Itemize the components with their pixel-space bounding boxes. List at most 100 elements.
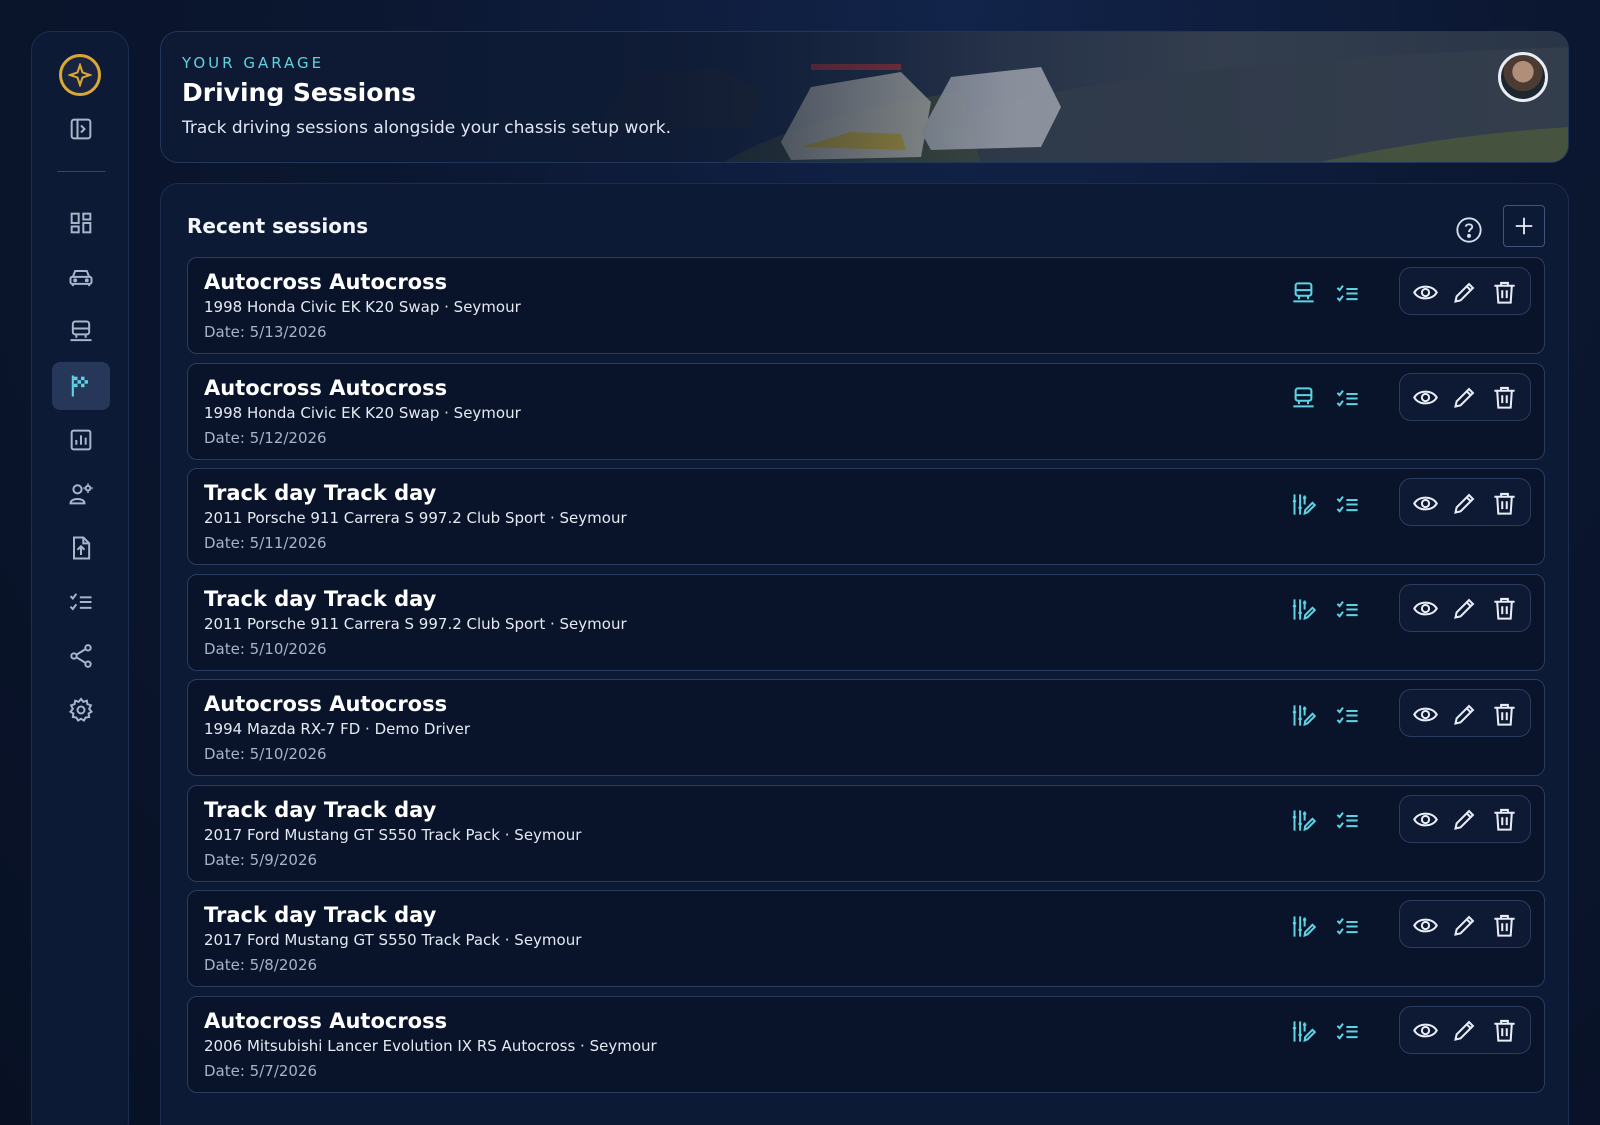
pencil-icon bbox=[1451, 279, 1478, 306]
sidebar-item-settings[interactable] bbox=[52, 686, 110, 734]
session-title: Track day Track day bbox=[204, 481, 437, 505]
trash-icon bbox=[1491, 279, 1518, 306]
session-checklist-button[interactable] bbox=[1330, 594, 1364, 626]
session-type-button[interactable] bbox=[1286, 910, 1320, 942]
view-button[interactable] bbox=[1409, 276, 1441, 308]
pencil-icon bbox=[1451, 1017, 1478, 1044]
session-title: Track day Track day bbox=[204, 797, 437, 822]
delete-button[interactable] bbox=[1488, 487, 1520, 519]
delete-button[interactable] bbox=[1488, 276, 1520, 308]
edit-button[interactable] bbox=[1448, 804, 1480, 836]
sidebar-item-share[interactable] bbox=[52, 632, 110, 680]
panel-toggle-icon[interactable] bbox=[52, 105, 110, 153]
page-subtitle: Track driving sessions alongside your ch… bbox=[182, 118, 672, 138]
session-date: Date: 5/8/2026 bbox=[204, 956, 318, 974]
delete-button[interactable] bbox=[1488, 698, 1520, 730]
brand-logo-icon[interactable] bbox=[59, 54, 101, 96]
session-date: Date: 5/10/2026 bbox=[204, 639, 327, 658]
session-checklist-button[interactable] bbox=[1330, 1016, 1364, 1048]
dashboard-icon bbox=[70, 212, 92, 234]
edit-button[interactable] bbox=[1448, 909, 1480, 941]
session-car: 2006 Mitsubishi Lancer Evolution IX RS A… bbox=[204, 1036, 657, 1055]
setup-icon bbox=[70, 320, 92, 342]
upload-icon bbox=[73, 536, 91, 560]
checkered-flag-icon bbox=[71, 375, 88, 397]
view-button[interactable] bbox=[1409, 487, 1441, 519]
delete-button[interactable] bbox=[1488, 382, 1520, 414]
session-type-button[interactable] bbox=[1286, 383, 1320, 415]
eye-icon bbox=[1412, 595, 1439, 622]
session-checklist-button[interactable] bbox=[1330, 277, 1364, 309]
drivers-icon bbox=[69, 483, 93, 505]
view-button[interactable] bbox=[1409, 1015, 1441, 1047]
sidebar-item-cars[interactable] bbox=[52, 254, 110, 302]
session-checklist-button[interactable] bbox=[1330, 383, 1364, 415]
edit-button[interactable] bbox=[1448, 487, 1480, 519]
view-button[interactable] bbox=[1409, 382, 1441, 414]
view-button[interactable] bbox=[1409, 909, 1441, 941]
session-card[interactable]: Track day Track day 2011 Porsche 911 Car… bbox=[187, 573, 1545, 671]
session-checklist-button[interactable] bbox=[1330, 699, 1364, 731]
trash-icon bbox=[1491, 806, 1518, 833]
delete-button[interactable] bbox=[1488, 593, 1520, 625]
settings-icon bbox=[69, 697, 93, 722]
plus-icon bbox=[1515, 217, 1533, 235]
session-card[interactable]: Autocross Autocross 1998 Honda Civic EK … bbox=[187, 362, 1545, 460]
checklist-icon bbox=[1334, 280, 1361, 307]
view-button[interactable] bbox=[1409, 804, 1441, 836]
session-card[interactable]: Autocross Autocross 2006 Mitsubishi Lanc… bbox=[187, 995, 1545, 1093]
edit-button[interactable] bbox=[1448, 593, 1480, 625]
trash-icon bbox=[1491, 384, 1518, 411]
view-button[interactable] bbox=[1409, 593, 1441, 625]
panel-title: Recent sessions bbox=[187, 214, 369, 238]
setup-icon bbox=[1290, 385, 1317, 412]
session-date: Date: 5/10/2026 bbox=[204, 745, 327, 763]
tuning-icon bbox=[1290, 596, 1317, 623]
session-type-button[interactable] bbox=[1286, 1016, 1320, 1048]
session-title: Autocross Autocross bbox=[204, 375, 448, 400]
session-title: Autocross Autocross bbox=[204, 270, 448, 294]
checklist-icon bbox=[1334, 596, 1361, 623]
sidebar-item-drivers[interactable] bbox=[52, 470, 110, 518]
delete-button[interactable] bbox=[1488, 804, 1520, 836]
session-card[interactable]: Autocross Autocross 1998 Honda Civic EK … bbox=[187, 257, 1545, 354]
sidebar-item-analytics[interactable] bbox=[52, 416, 110, 464]
session-card[interactable]: Track day Track day 2017 Ford Mustang GT… bbox=[187, 890, 1545, 987]
checklist-icon bbox=[1334, 702, 1361, 729]
eye-icon bbox=[1412, 490, 1439, 517]
session-checklist-button[interactable] bbox=[1330, 488, 1364, 520]
checklist-icon bbox=[1334, 1018, 1361, 1045]
view-button[interactable] bbox=[1409, 698, 1441, 730]
sidebar-item-setups[interactable] bbox=[52, 308, 110, 356]
checklist-icon bbox=[1334, 913, 1361, 940]
session-type-button[interactable] bbox=[1286, 805, 1320, 837]
session-car: 2011 Porsche 911 Carrera S 997.2 Club Sp… bbox=[204, 509, 627, 527]
help-button[interactable] bbox=[1449, 210, 1489, 250]
sidebar-item-sessions[interactable] bbox=[52, 362, 110, 410]
sidebar-item-dashboard[interactable] bbox=[52, 199, 110, 247]
page-title: Driving Sessions bbox=[182, 78, 417, 107]
checklist-icon bbox=[1334, 807, 1361, 834]
session-type-button[interactable] bbox=[1286, 594, 1320, 626]
session-card[interactable]: Autocross Autocross 1994 Mazda RX-7 FD ·… bbox=[187, 679, 1545, 776]
edit-button[interactable] bbox=[1448, 698, 1480, 730]
session-checklist-button[interactable] bbox=[1330, 910, 1364, 942]
edit-button[interactable] bbox=[1448, 1015, 1480, 1047]
eye-icon bbox=[1412, 701, 1439, 728]
add-session-button[interactable] bbox=[1503, 205, 1545, 247]
session-type-button[interactable] bbox=[1286, 699, 1320, 731]
user-avatar[interactable] bbox=[1498, 52, 1548, 102]
edit-button[interactable] bbox=[1448, 382, 1480, 414]
delete-button[interactable] bbox=[1488, 1015, 1520, 1047]
session-checklist-button[interactable] bbox=[1330, 805, 1364, 837]
sidebar-item-checklists[interactable] bbox=[52, 578, 110, 626]
session-type-button[interactable] bbox=[1286, 488, 1320, 520]
delete-button[interactable] bbox=[1488, 909, 1520, 941]
sidebar-item-import[interactable] bbox=[52, 524, 110, 572]
setup-icon bbox=[1290, 280, 1317, 307]
session-date: Date: 5/13/2026 bbox=[204, 323, 327, 341]
session-type-button[interactable] bbox=[1286, 277, 1320, 309]
edit-button[interactable] bbox=[1448, 276, 1480, 308]
session-card[interactable]: Track day Track day 2017 Ford Mustang GT… bbox=[187, 784, 1545, 882]
session-card[interactable]: Track day Track day 2011 Porsche 911 Car… bbox=[187, 468, 1545, 565]
